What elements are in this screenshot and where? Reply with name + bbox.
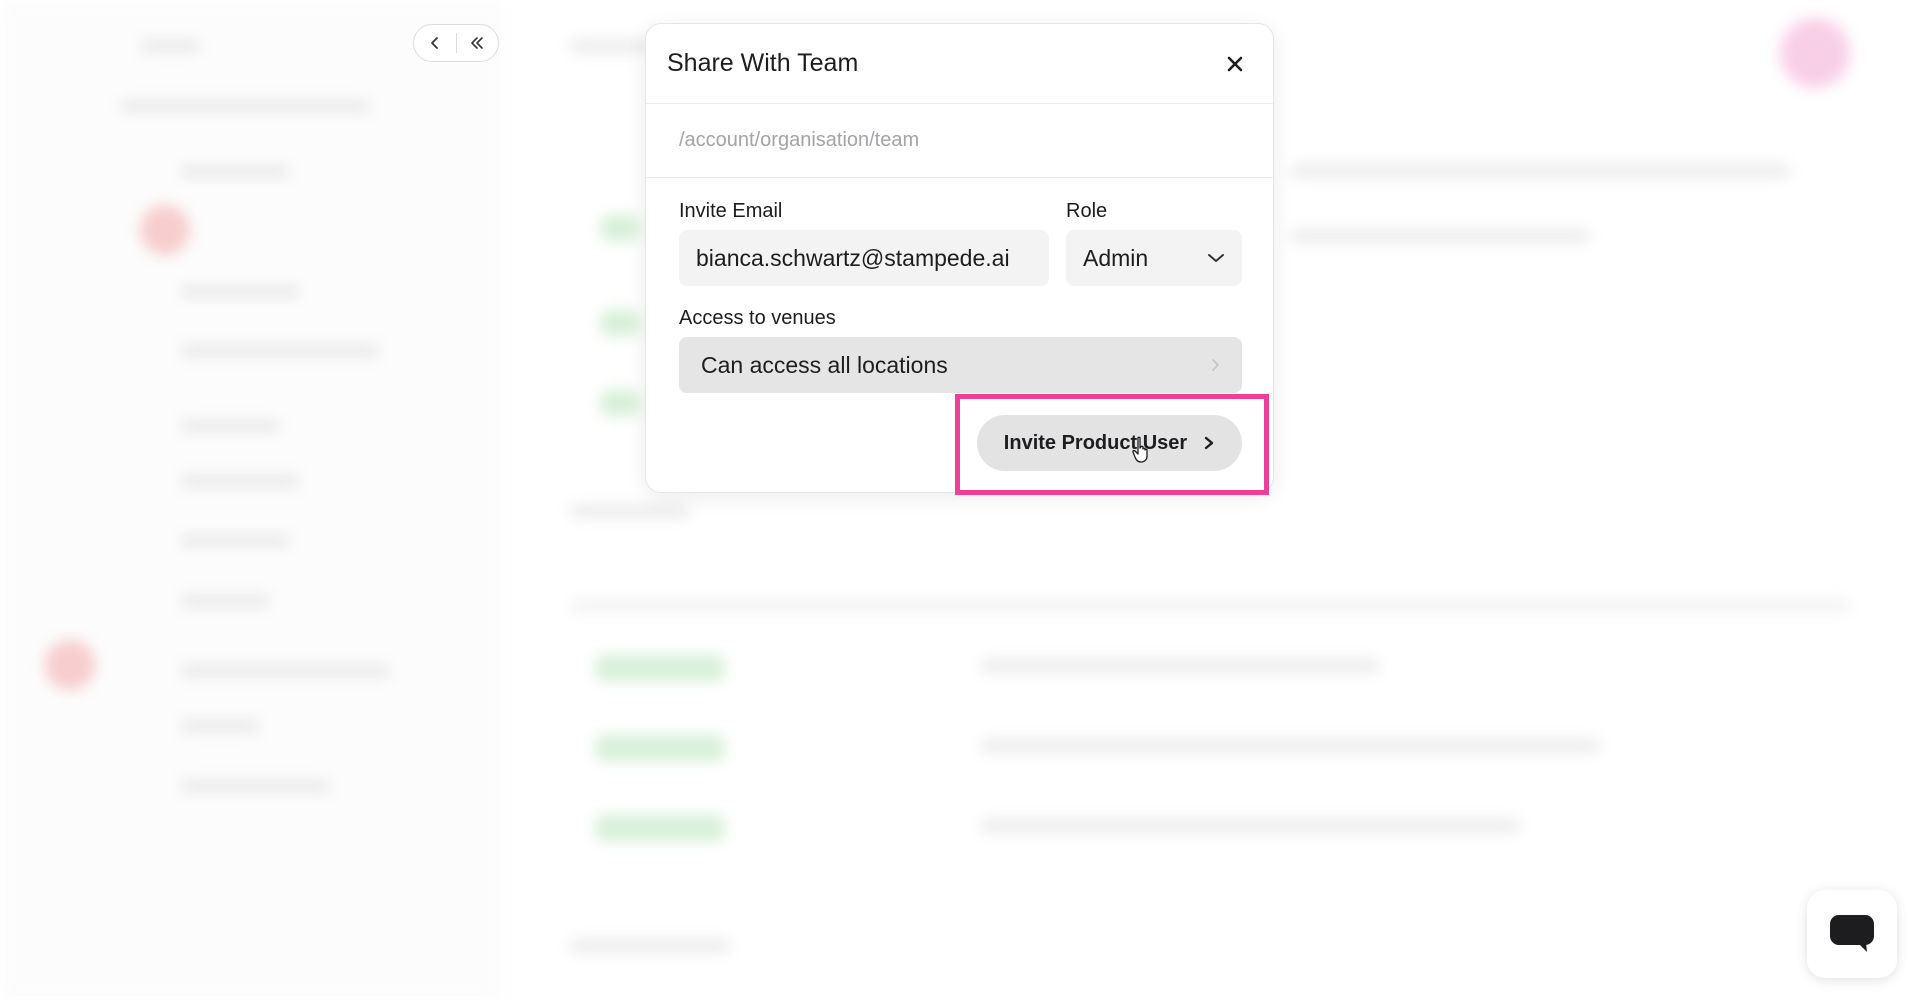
background-text <box>180 780 330 792</box>
background-text <box>980 820 1520 832</box>
background-text <box>1290 165 1790 177</box>
back-button[interactable] <box>414 25 456 61</box>
background-badge <box>600 390 640 416</box>
background-badge <box>595 655 725 681</box>
background-text <box>180 285 300 297</box>
background-badge <box>600 310 640 336</box>
background-sidebar <box>0 0 501 1002</box>
role-select-value: Admin <box>1083 244 1149 271</box>
chevron-right-icon <box>1212 359 1219 371</box>
access-to-venues-select[interactable]: Can access all locations <box>679 337 1242 393</box>
chevron-down-icon <box>1208 254 1224 262</box>
background-text <box>140 40 200 52</box>
background-text <box>1290 230 1590 242</box>
background-text <box>180 595 270 607</box>
invite-product-user-button[interactable]: Invite Product User <box>977 415 1242 471</box>
access-to-venues-label: Access to venues <box>679 307 836 329</box>
background-text <box>180 665 390 677</box>
collapse-sidebar-button[interactable] <box>457 25 499 61</box>
modal-title: Share With Team <box>667 49 859 77</box>
chevron-left-icon <box>430 37 438 49</box>
background-badge <box>595 735 725 761</box>
background-badge <box>600 215 640 241</box>
background-badge <box>595 815 725 841</box>
background-text <box>570 600 1850 612</box>
breadcrumb: /account/organisation/team <box>646 104 1273 178</box>
background-text <box>180 535 290 547</box>
invite-button-label: Invite Product User <box>1003 431 1188 454</box>
chat-bubble-icon <box>1830 915 1874 952</box>
role-select[interactable]: Admin <box>1066 230 1242 286</box>
invite-email-field[interactable] <box>679 230 1049 286</box>
background-text <box>180 165 290 177</box>
modal-header: Share With Team <box>646 24 1273 104</box>
breadcrumb-path: /account/organisation/team <box>679 129 920 151</box>
sidebar-nav-controls <box>413 24 499 62</box>
background-text <box>180 475 300 487</box>
close-button[interactable] <box>1217 46 1253 82</box>
background-dot <box>140 205 190 255</box>
background-avatar <box>1780 18 1850 88</box>
background-text <box>570 40 650 52</box>
background-text <box>570 505 690 517</box>
background-text <box>980 740 1600 752</box>
background-text <box>980 660 1380 672</box>
background-dot <box>45 640 95 690</box>
screen: Share With Team /account/organisation/te… <box>0 0 1920 1002</box>
background-text <box>180 345 380 357</box>
role-label: Role <box>1066 200 1108 222</box>
background-text <box>120 100 370 112</box>
support-chat-button[interactable] <box>1807 890 1897 978</box>
access-to-venues-value: Can access all locations <box>701 351 948 378</box>
close-icon <box>1227 56 1243 71</box>
background-text <box>180 420 280 432</box>
double-chevron-left-icon <box>471 37 484 49</box>
background-text <box>570 940 730 952</box>
invite-email-label: Invite Email <box>679 200 783 222</box>
chevron-right-icon <box>1204 436 1214 450</box>
background-text <box>180 720 260 732</box>
